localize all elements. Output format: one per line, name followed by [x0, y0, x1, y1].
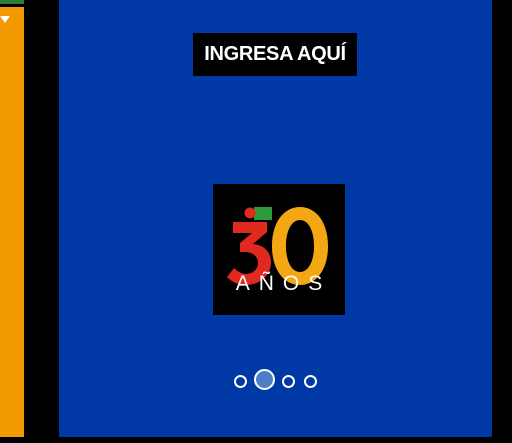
pagination-dot-1[interactable]: [234, 375, 247, 388]
divider: [0, 4, 24, 7]
pagination-dot-2-active[interactable]: [254, 369, 275, 390]
carousel-pagination: [233, 369, 333, 391]
ingresa-aqui-button[interactable]: INGRESA AQUÍ: [193, 33, 357, 76]
30-anos-logo: AÑOS: [213, 184, 345, 315]
logo-subtitle: AÑOS: [235, 272, 332, 295]
previous-slide-partial[interactable]: [0, 0, 24, 437]
bottom-edge: [0, 437, 512, 443]
caret-down-icon: [0, 16, 10, 23]
pagination-dot-3[interactable]: [282, 375, 295, 388]
pagination-dot-4[interactable]: [304, 375, 317, 388]
carousel-viewport: INGRESA AQUÍ AÑOS: [0, 0, 512, 443]
active-slide: INGRESA AQUÍ AÑOS: [59, 0, 492, 437]
right-edge: [492, 0, 512, 443]
